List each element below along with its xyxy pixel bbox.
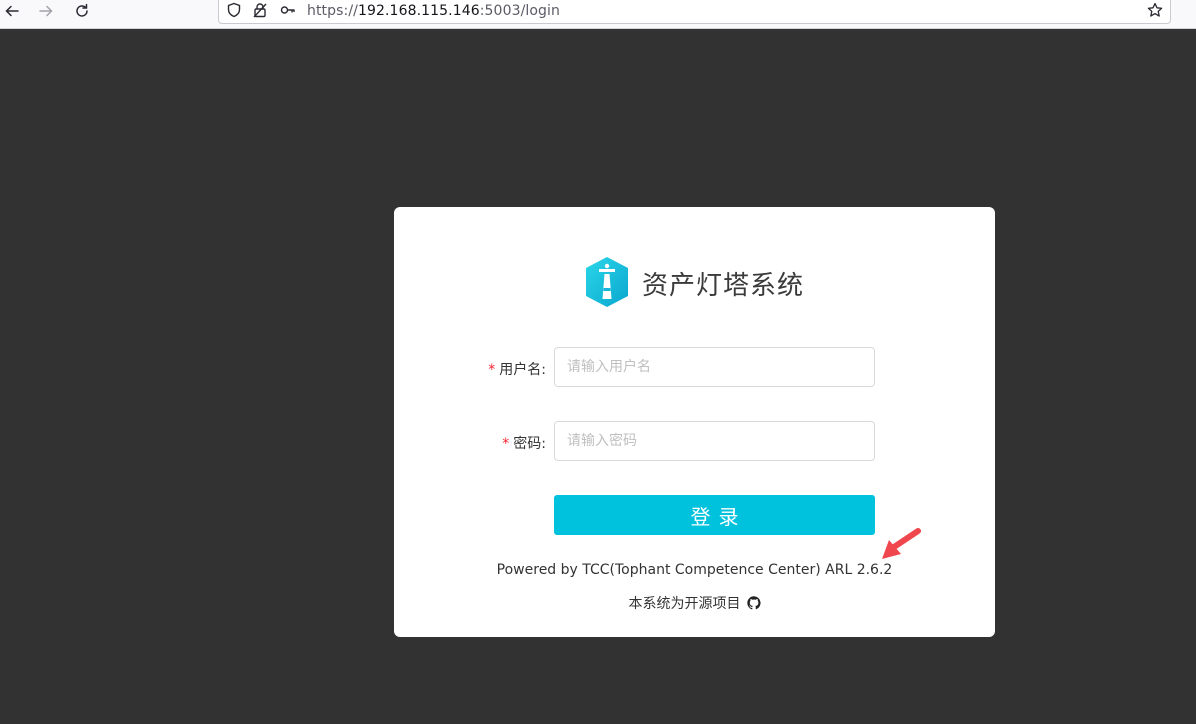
github-icon[interactable]	[746, 596, 761, 610]
url-text[interactable]: https://192.168.115.146:5003/login	[307, 3, 560, 19]
open-source-text: 本系统为开源项目	[628, 596, 741, 612]
red-arrow-icon	[882, 528, 921, 559]
back-button[interactable]	[0, 0, 24, 22]
username-input[interactable]	[554, 347, 875, 387]
arrow-right-icon	[39, 5, 53, 17]
reload-button[interactable]	[70, 0, 94, 22]
url-host: 192.168.115.146	[357, 3, 480, 19]
username-label-text: 用户名:	[499, 362, 546, 378]
required-mark: *	[488, 362, 496, 378]
arrow-left-icon	[5, 5, 19, 17]
url-prefix: https://	[307, 3, 358, 19]
reload-icon	[76, 3, 88, 17]
browser-toolbar: https://192.168.115.146:5003/login	[0, 0, 1196, 29]
insecure-lock-icon[interactable]	[251, 1, 269, 19]
lighthouse-logo-icon	[583, 255, 631, 309]
star-icon[interactable]	[1146, 1, 1164, 19]
login-button[interactable]: 登录	[554, 495, 875, 535]
address-bar[interactable]: https://192.168.115.146:5003/login	[218, 0, 1171, 24]
key-icon[interactable]	[279, 1, 297, 19]
password-label-text: 密码:	[513, 436, 546, 452]
url-path: :5003/login	[479, 3, 561, 19]
username-label: * 用户名:	[484, 359, 546, 379]
powered-by-text: Powered by TCC(Tophant Competence Center…	[496, 562, 893, 578]
password-label: * 密码:	[484, 433, 546, 453]
password-input[interactable]	[554, 421, 875, 461]
required-mark: *	[502, 436, 510, 452]
tracking-shield-icon[interactable]	[225, 1, 243, 19]
forward-button[interactable]	[34, 0, 58, 22]
open-source-link[interactable]: 本系统为开源项目	[394, 593, 995, 613]
system-title: 资产灯塔系统	[642, 271, 805, 301]
login-card: 资产灯塔系统 *用户名: *密码: 登录 Powered by TCC(Toph…	[394, 207, 995, 637]
